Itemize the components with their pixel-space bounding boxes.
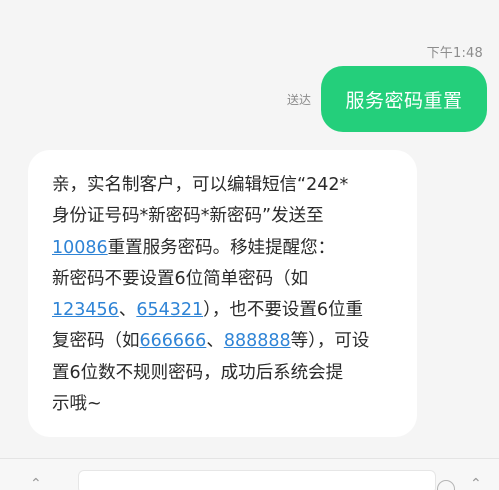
- message-text: 、: [118, 300, 137, 321]
- sent-message-bubble[interactable]: 服务密码重置: [321, 66, 487, 132]
- message-text: 复密码（如: [52, 331, 140, 352]
- message-text: 置6位数不规则密码，成功后系统会提: [52, 362, 344, 383]
- expand-icon[interactable]: ⌃: [470, 477, 482, 490]
- message-text: 新密码不要设置6位简单密码（如: [52, 268, 309, 289]
- message-line: 亲，实名制客户，可以编辑短信“242*: [52, 170, 399, 201]
- phone-number-link[interactable]: 123456: [52, 300, 119, 320]
- phone-number-link[interactable]: 10086: [52, 238, 108, 258]
- message-text: 示哦~: [52, 394, 102, 415]
- message-timestamp: 下午1:48: [426, 46, 483, 61]
- message-text: 身份证号码*新密码*新密码”发送至: [52, 206, 324, 227]
- delivery-status: 送达: [286, 92, 311, 107]
- phone-number-link[interactable]: 666666: [140, 331, 207, 351]
- chevron-up-icon[interactable]: ⌃: [30, 477, 42, 490]
- phone-number-link[interactable]: 654321: [136, 300, 203, 320]
- message-line: 复密码（如666666、888888等），可设: [52, 326, 399, 357]
- message-line: 示哦~: [52, 389, 399, 420]
- sent-message-row: 送达 服务密码重置: [287, 66, 487, 132]
- message-text: ），也不要设置6位重: [203, 300, 364, 321]
- message-text: 重置服务密码。移娃提醒您：: [107, 237, 336, 258]
- message-line: 身份证号码*新密码*新密码”发送至: [52, 201, 399, 232]
- message-line: 123456、654321），也不要设置6位重: [52, 295, 399, 326]
- phone-number-link[interactable]: 888888: [224, 331, 291, 351]
- sms-conversation-screen: 下午1:48 送达 服务密码重置 亲，实名制客户，可以编辑短信“242* 身份证号…: [0, 0, 499, 490]
- message-text: 、: [206, 331, 224, 352]
- received-message-bubble[interactable]: 亲，实名制客户，可以编辑短信“242* 身份证号码*新密码*新密码”发送至 1008…: [28, 150, 417, 437]
- message-input-field[interactable]: [78, 470, 436, 490]
- message-text: 等），可设: [290, 331, 370, 352]
- message-line: 置6位数不规则密码，成功后系统会提: [52, 358, 399, 389]
- message-line: 10086重置服务密码。移娃提醒您：: [52, 233, 399, 264]
- message-text: 亲，实名制客户，可以编辑短信“242*: [52, 175, 349, 195]
- message-line: 新密码不要设置6位简单密码（如: [52, 264, 399, 295]
- sent-message-text: 服务密码重置: [345, 89, 463, 112]
